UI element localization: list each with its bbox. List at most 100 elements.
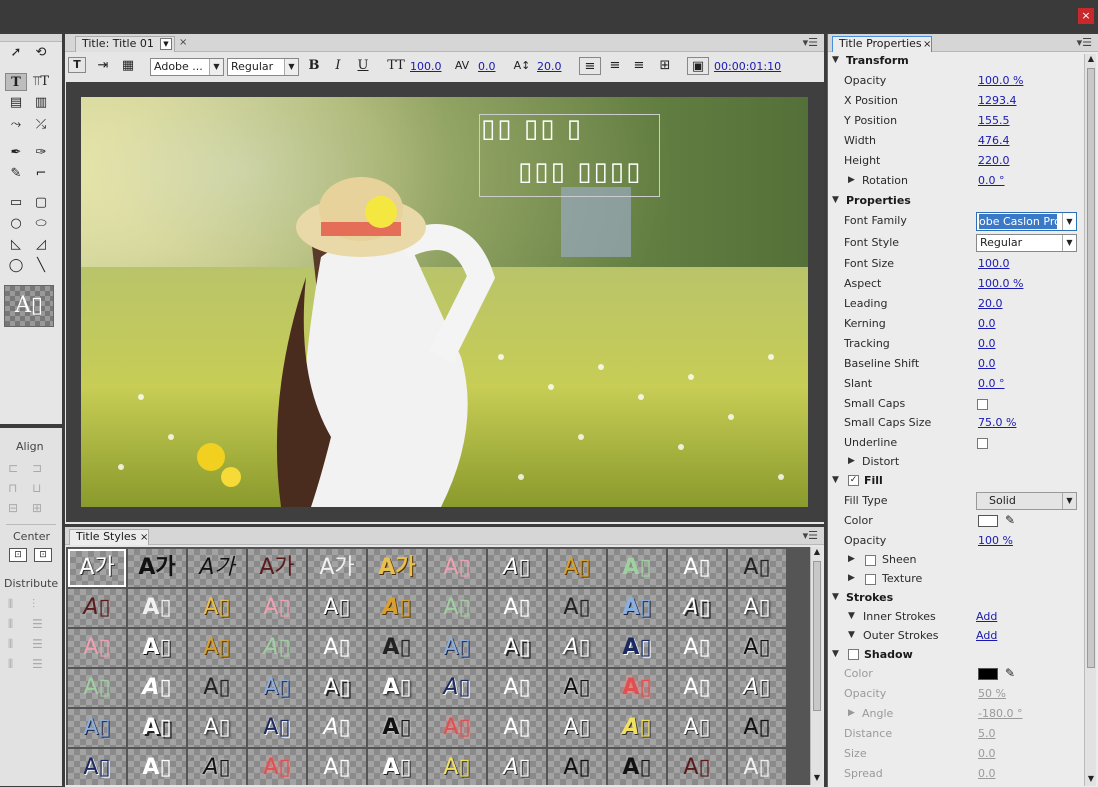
background-video-icon[interactable]: ▣ (687, 57, 709, 75)
properties-panel-menu-icon[interactable]: ▾☰ (1077, 36, 1092, 49)
title-style-swatch[interactable]: A▯ (428, 749, 486, 785)
tab-stop-ruler-icon[interactable]: ⊞ (654, 57, 676, 75)
scroll-down-icon[interactable]: ▼ (1085, 774, 1097, 786)
underline-checkbox[interactable] (977, 438, 988, 449)
title-style-swatch[interactable]: A▯ (668, 589, 726, 627)
title-style-swatch[interactable]: A▯ (68, 749, 126, 785)
align-vcenter-icon[interactable]: ⊟ (8, 498, 18, 518)
fill-section[interactable]: ▼ ✓ Fill (828, 472, 1084, 492)
transform-section[interactable]: ▼ Transform (828, 52, 1084, 72)
tab-title-styles[interactable]: Title Styles × (69, 529, 149, 545)
title-style-swatch[interactable]: A▯ (68, 629, 126, 667)
outer-strokes-add-link[interactable]: Add (976, 629, 997, 642)
width-value[interactable]: 476.4 (978, 134, 1010, 147)
distribute-left-icon[interactable]: ⫴ (8, 594, 13, 614)
shadow-color-swatch[interactable] (978, 668, 998, 680)
title-style-swatch[interactable]: A▯ (548, 709, 606, 747)
title-style-swatch[interactable]: A▯ (548, 549, 606, 587)
title-style-swatch[interactable]: A가 (68, 549, 126, 587)
title-style-swatch[interactable]: A▯ (248, 669, 306, 707)
shadow-angle-value[interactable]: -180.0 ° (978, 707, 1022, 720)
title-style-swatch[interactable]: A▯ (728, 589, 786, 627)
collapsed-triangle-icon[interactable]: ▶ (848, 573, 855, 583)
font-family-input[interactable]: obe Caslon Pro ▼ (976, 212, 1077, 231)
leading-value[interactable]: 20.0 (978, 297, 1003, 310)
title-style-swatch[interactable]: A▯ (368, 709, 426, 747)
title-style-swatch[interactable]: A▯ (68, 709, 126, 747)
title-style-swatch[interactable]: A▯ (608, 549, 666, 587)
close-window-button[interactable]: × (1078, 8, 1094, 24)
chevron-down-icon[interactable]: ▼ (1062, 235, 1076, 251)
font-family-select[interactable]: Adobe ... ▼ (150, 58, 224, 76)
type-tool-icon[interactable]: T (5, 73, 27, 91)
eyedropper-icon[interactable]: ✎ (1005, 513, 1015, 527)
title-style-swatch[interactable]: A▯ (128, 709, 186, 747)
fill-checkbox[interactable]: ✓ (848, 475, 859, 486)
collapsed-triangle-icon[interactable]: ▶ (848, 175, 855, 185)
title-style-swatch[interactable]: A▯ (728, 549, 786, 587)
line-tool-icon[interactable]: ╲ (30, 257, 52, 275)
scroll-up-icon[interactable]: ▲ (1085, 54, 1097, 66)
font-size-value[interactable]: 100.0 (978, 257, 1010, 270)
collapsed-triangle-icon[interactable]: ▶ (848, 708, 855, 718)
scroll-down-icon[interactable]: ▼ (811, 773, 823, 785)
shadow-size-value[interactable]: 0.0 (978, 747, 996, 760)
pen-tool-icon[interactable]: ✒ (5, 144, 27, 162)
chevron-down-icon[interactable]: ▼ (1062, 493, 1076, 509)
title-style-swatch[interactable]: A▯ (368, 749, 426, 785)
close-tab-icon[interactable]: × (140, 531, 148, 545)
rotation-tool-icon[interactable]: ⟲ (30, 44, 52, 62)
baseline-shift-value[interactable]: 0.0 (978, 357, 996, 370)
title-style-swatch[interactable]: A▯ (428, 709, 486, 747)
align-center-icon[interactable]: ⊐ (32, 458, 42, 478)
delete-anchor-tool-icon[interactable]: ✑ (30, 144, 52, 162)
title-style-swatch[interactable]: A▯ (248, 629, 306, 667)
slant-value[interactable]: 0.0 ° (978, 377, 1005, 390)
title-style-swatch[interactable]: A▯ (428, 549, 486, 587)
vertical-path-type-tool-icon[interactable]: ⤰ (30, 116, 52, 134)
shadow-spread-value[interactable]: 0.0 (978, 767, 996, 780)
title-style-swatch[interactable]: A▯ (68, 589, 126, 627)
title-style-swatch[interactable]: A▯ (728, 629, 786, 667)
title-style-swatch[interactable]: A▯ (308, 629, 366, 667)
kerning-value[interactable]: 0.0 (978, 317, 996, 330)
title-style-swatch[interactable]: A▯ (308, 709, 366, 747)
selection-tool-icon[interactable]: ➚ (5, 44, 27, 62)
path-type-tool-icon[interactable]: ⤳ (5, 116, 27, 134)
tracking-value[interactable]: 0.0 (978, 337, 996, 350)
title-style-swatch[interactable]: A▯ (488, 749, 546, 785)
properties-section[interactable]: ▼ Properties (828, 192, 1084, 212)
title-style-swatch[interactable]: A▯ (428, 669, 486, 707)
title-style-swatch[interactable]: A▯ (308, 589, 366, 627)
expanded-triangle-icon[interactable]: ▼ (848, 611, 855, 621)
fill-color-swatch[interactable] (978, 515, 998, 527)
tab-title[interactable]: Title: Title 01 ▼ (75, 36, 175, 52)
bold-icon[interactable]: B (303, 57, 325, 75)
title-canvas[interactable]: ▯▯ ▯▯ ▯ ▯▯▯ ▯▯▯▯ (66, 82, 824, 522)
title-style-swatch[interactable]: A▯ (128, 669, 186, 707)
align-center-text-icon[interactable]: ≡ (604, 57, 626, 75)
distribute-right-icon[interactable]: ⫴ (8, 614, 13, 634)
kerning-value[interactable]: 0.0 (478, 60, 496, 73)
title-style-swatch[interactable]: A▯ (668, 749, 726, 785)
vertical-type-tool-icon[interactable]: ⫪T (30, 73, 52, 91)
title-style-swatch[interactable]: A▯ (428, 629, 486, 667)
properties-scrollbar[interactable]: ▲ ▼ (1084, 54, 1096, 786)
fill-opacity-value[interactable]: 100 % (978, 534, 1013, 547)
title-style-swatch[interactable]: A▯ (608, 589, 666, 627)
title-style-swatch[interactable]: A▯ (188, 709, 246, 747)
template-icon[interactable]: T (68, 57, 86, 73)
center-vertical-icon[interactable]: ⊡ (34, 548, 52, 562)
tab-stops-icon[interactable]: ⇥ (92, 57, 114, 75)
title-style-swatch[interactable]: A▯ (728, 709, 786, 747)
shadow-section[interactable]: ▼ Shadow (828, 646, 1084, 666)
expanded-triangle-icon[interactable]: ▼ (848, 630, 855, 640)
font-size-value[interactable]: 100.0 (410, 60, 442, 73)
title-style-swatch[interactable]: A▯ (128, 749, 186, 785)
title-style-swatch[interactable]: A▯ (368, 589, 426, 627)
shadow-checkbox[interactable] (848, 649, 859, 660)
shadow-distance-value[interactable]: 5.0 (978, 727, 996, 740)
x-position-value[interactable]: 1293.4 (978, 94, 1017, 107)
eyedropper-icon[interactable]: ✎ (1005, 666, 1015, 680)
roll-crawl-icon[interactable]: ▦ (117, 57, 139, 75)
